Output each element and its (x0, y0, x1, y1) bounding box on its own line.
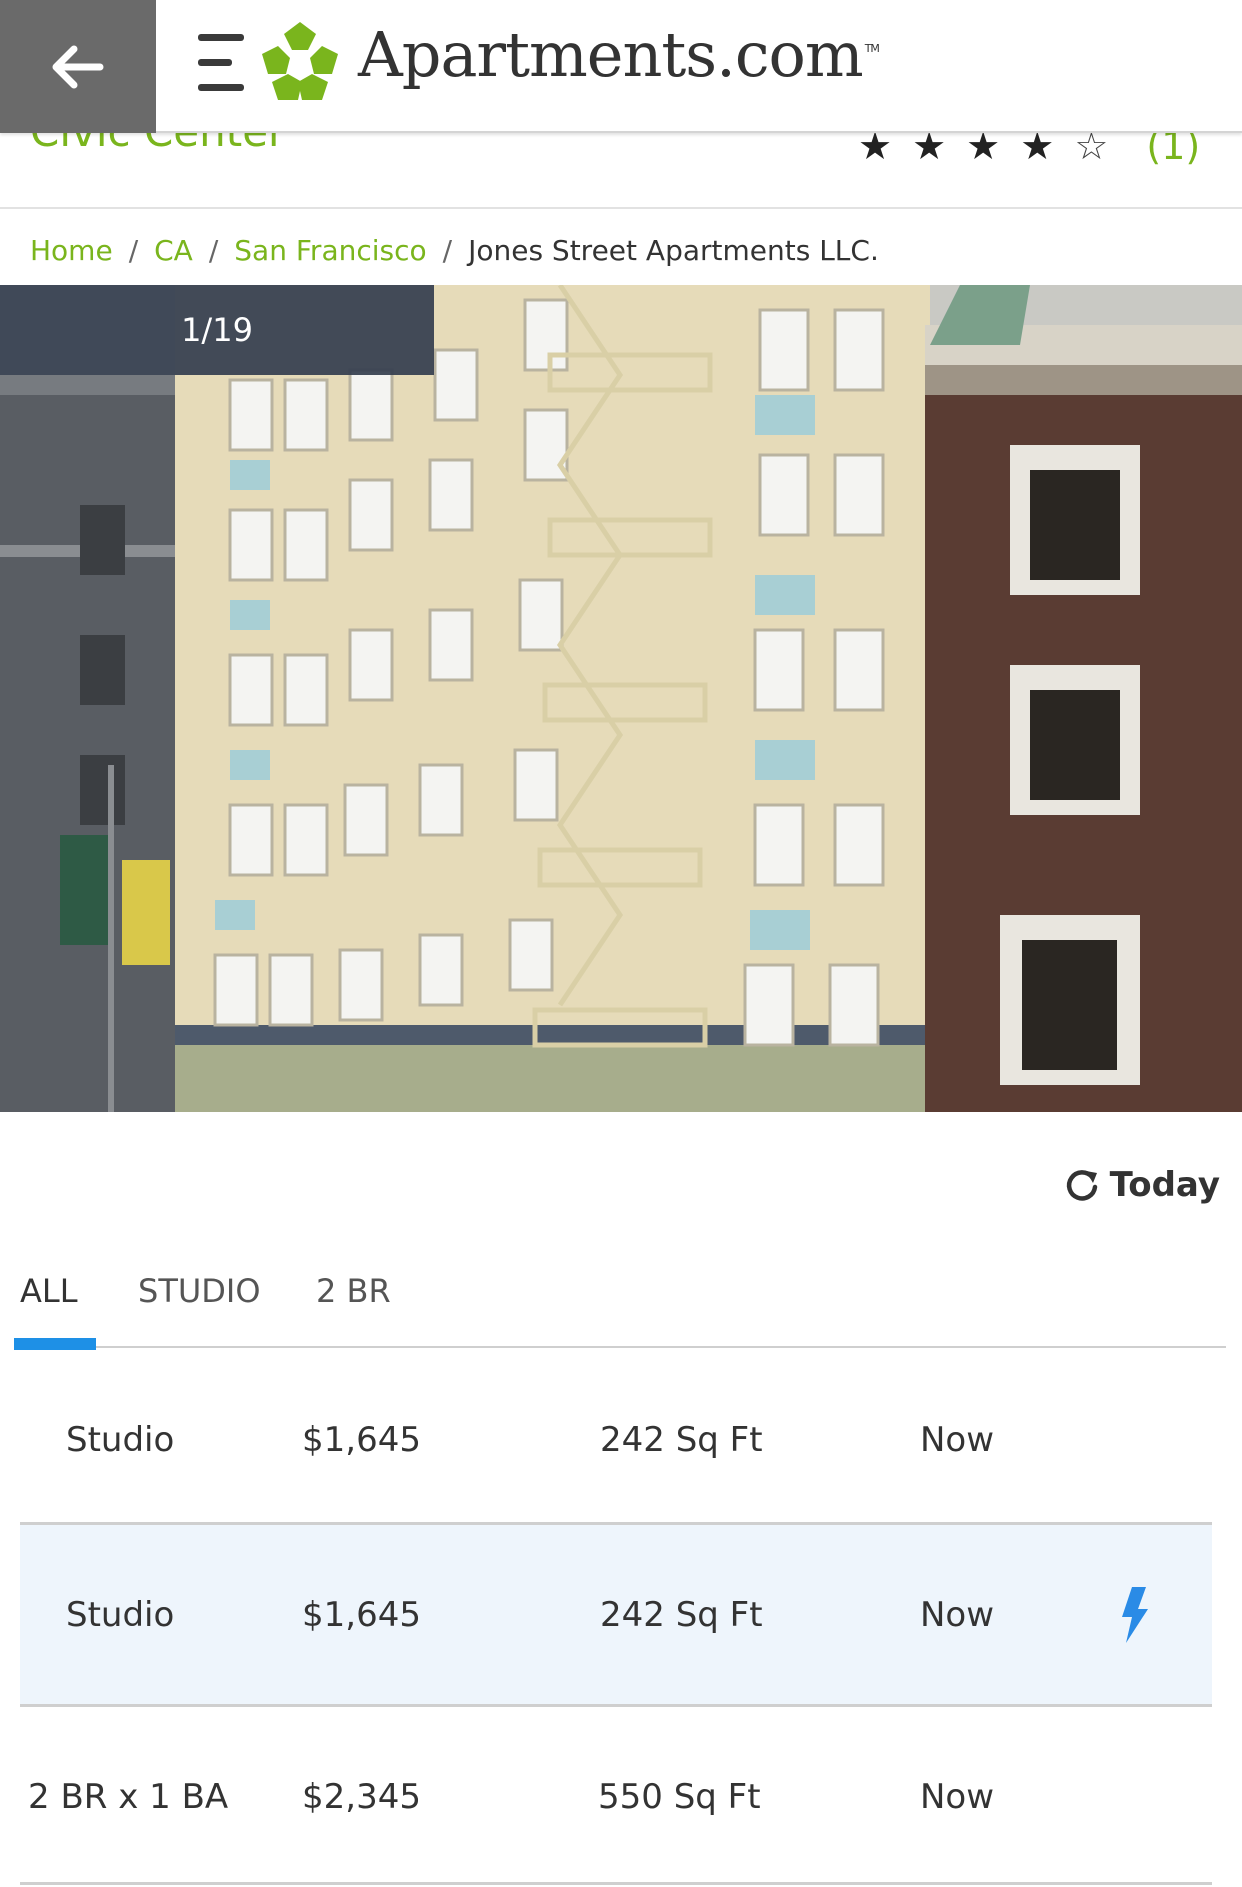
apartments-logo-icon (262, 22, 338, 100)
row-divider (20, 1882, 1212, 1885)
neighborhood-link[interactable]: Civic Center (30, 133, 285, 156)
refresh-today-button[interactable]: Today (1064, 1165, 1220, 1205)
unit-type: 2 BR x 1 BA (28, 1777, 229, 1817)
apartments-logo-text[interactable]: Apartments.com TM (358, 18, 880, 91)
property-photo[interactable] (0, 285, 1242, 1112)
rating-stars[interactable]: ★ ★ ★ ★ ☆ (1) (858, 133, 1200, 171)
refresh-label: Today (1109, 1165, 1220, 1205)
unit-type: Studio (66, 1420, 175, 1460)
listing-title-row: Civic Center ★ ★ ★ ★ ☆ (1) (0, 133, 1242, 209)
star-filled-icon: ★ (912, 133, 947, 168)
breadcrumb-home[interactable]: Home (30, 234, 113, 267)
breadcrumb-current: Jones Street Apartments LLC. (468, 234, 879, 267)
breadcrumb-separator: / (442, 234, 453, 267)
unit-row[interactable]: Studio $1,645 242 Sq Ft Now (20, 1525, 1212, 1705)
breadcrumb-state[interactable]: CA (154, 234, 193, 267)
unit-availability: Now (920, 1777, 995, 1817)
lightning-bolt-icon (1120, 1525, 1150, 1705)
unit-availability: Now (920, 1595, 995, 1635)
star-empty-icon: ☆ (1074, 133, 1109, 168)
star-filled-icon: ★ (1020, 133, 1055, 168)
app-header: Apartments.com TM (0, 0, 1242, 133)
tabs-divider (14, 1346, 1226, 1348)
star-filled-icon: ★ (858, 133, 893, 168)
refresh-icon (1066, 1170, 1097, 1201)
breadcrumb-city[interactable]: San Francisco (234, 234, 426, 267)
unit-row[interactable]: 2 BR x 1 BA $2,345 550 Sq Ft Now (20, 1707, 1212, 1887)
star-filled-icon: ★ (966, 133, 1001, 168)
review-count-link[interactable]: (1) (1146, 133, 1200, 171)
building-photo-image (0, 285, 1242, 1112)
breadcrumb-separator: / (128, 234, 139, 267)
unit-size: 242 Sq Ft (600, 1420, 763, 1460)
back-button[interactable] (0, 0, 156, 133)
unit-row[interactable]: Studio $1,645 242 Sq Ft Now (20, 1350, 1212, 1530)
unit-availability: Now (920, 1420, 995, 1460)
unit-type: Studio (66, 1595, 175, 1635)
unit-size: 242 Sq Ft (600, 1595, 763, 1635)
unit-price: $2,345 (302, 1777, 421, 1817)
active-tab-indicator (14, 1338, 96, 1350)
breadcrumb-separator: / (208, 234, 219, 267)
unit-type-tabs: ALL STUDIO 2 BR (0, 1262, 1242, 1352)
tab-studio[interactable]: STUDIO (138, 1272, 261, 1310)
tab-2br[interactable]: 2 BR (316, 1272, 391, 1310)
menu-icon[interactable] (198, 32, 250, 94)
photo-counter: 1/19 (0, 285, 434, 375)
arrow-left-icon (52, 45, 104, 88)
tab-all[interactable]: ALL (20, 1272, 78, 1310)
unit-price: $1,645 (302, 1595, 421, 1635)
unit-size: 550 Sq Ft (598, 1777, 761, 1817)
unit-price: $1,645 (302, 1420, 421, 1460)
breadcrumb: Home / CA / San Francisco / Jones Street… (30, 234, 879, 267)
